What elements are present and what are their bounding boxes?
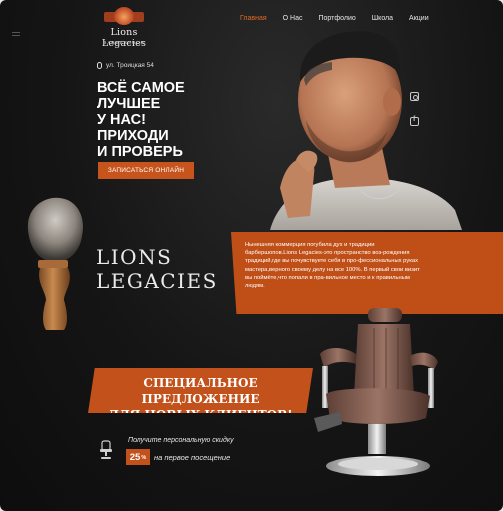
instagram-icon[interactable] <box>410 92 419 101</box>
barber-chair-icon <box>100 440 112 459</box>
menu-icon[interactable] <box>12 32 20 38</box>
page-frame: Lions Legacies BARBERSHOP Главная О Нас … <box>0 0 503 511</box>
address-text: ул. Троицкая 54 <box>106 62 154 69</box>
logo-name: Lions Legacies <box>101 27 147 49</box>
discount-condition: на первое посещение <box>154 453 231 462</box>
special-offer-title: СПЕЦИАЛЬНОЕ ПРЕДЛОЖЕНИЕ ДЛЯ НОВЫХ КЛИЕНТ… <box>108 376 293 422</box>
model-photo <box>270 31 462 230</box>
location-pin-icon <box>97 62 102 69</box>
brand-logo[interactable]: Lions Legacies BARBERSHOP <box>98 7 150 49</box>
hero-title: ВСЁ САМОЕ ЛУЧШЕЕ У НАС! ПРИХОДИ И ПРОВЕР… <box>97 80 185 160</box>
address: ул. Троицкая 54 <box>97 62 154 69</box>
shaving-brush-image <box>27 197 84 330</box>
barber-chair-image <box>314 308 438 476</box>
discount-value: 25 <box>129 451 141 463</box>
discount-percent-sign: % <box>141 455 147 461</box>
facebook-icon[interactable] <box>410 116 419 126</box>
logo-subtitle: BARBERSHOP <box>103 40 145 45</box>
lion-icon <box>114 7 134 25</box>
brand-title: LIONS LEGACIES <box>96 245 218 293</box>
about-panel: Нынешняя коммерция погубила дух и традиц… <box>231 232 503 314</box>
book-online-button[interactable]: ЗАПИСАТЬСЯ ОНЛАЙН <box>98 162 194 179</box>
about-text: Нынешняя коммерция погубила дух и традиц… <box>245 242 420 290</box>
discount-badge: 25% <box>126 449 150 465</box>
special-offer-banner: СПЕЦИАЛЬНОЕ ПРЕДЛОЖЕНИЕ ДЛЯ НОВЫХ КЛИЕНТ… <box>88 368 313 413</box>
discount-text: Получите персональную скидку <box>128 437 234 444</box>
